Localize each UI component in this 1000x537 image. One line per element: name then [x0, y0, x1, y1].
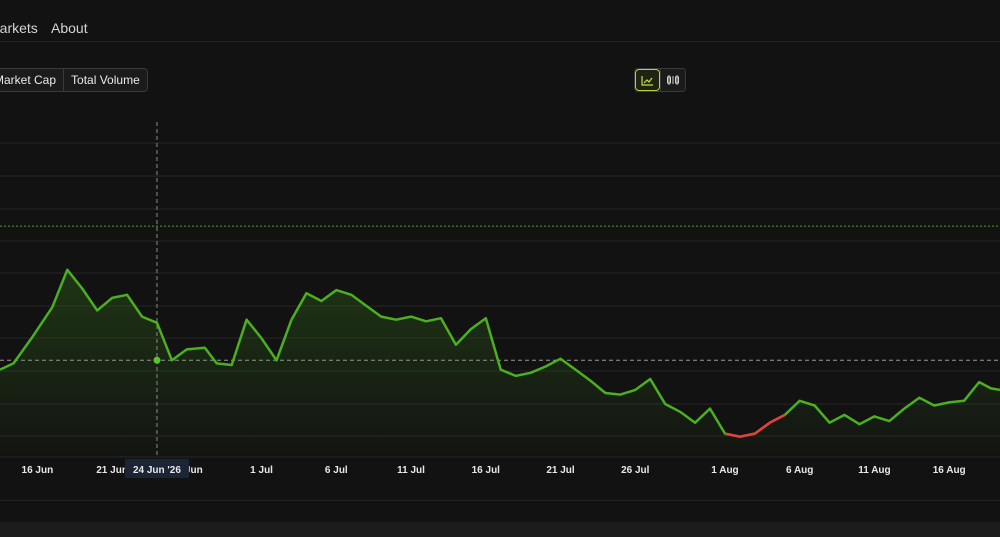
- footer-bar: [0, 522, 1000, 537]
- x-tick-label: 21 Jun: [96, 465, 128, 476]
- x-tick-label: 16 Aug: [933, 465, 966, 476]
- crosshair-point: [153, 356, 161, 364]
- line-chart-icon: [641, 75, 653, 86]
- chart-type-toggle: [634, 68, 686, 92]
- nav-markets-link[interactable]: Markets: [0, 20, 38, 36]
- x-tick-label: 16 Jul: [472, 465, 501, 476]
- metric-toggle: Market Cap Total Volume: [0, 68, 148, 92]
- x-tick-label: 11 Aug: [858, 465, 890, 476]
- price-chart[interactable]: 16 Jun21 Jun26 Jun1 Jul6 Jul11 Jul16 Jul…: [0, 100, 1000, 490]
- x-tick-label: 6 Aug: [786, 465, 813, 476]
- total-volume-tab[interactable]: Total Volume: [63, 69, 147, 91]
- crosshair-date-tag: 24 Jun '26: [124, 459, 189, 478]
- x-tick-label: 11 Jul: [397, 465, 425, 476]
- candlestick-chart-button[interactable]: [660, 69, 685, 91]
- top-nav: Markets About: [0, 0, 1000, 42]
- divider: [0, 500, 1000, 501]
- x-tick-label: 26 Jul: [621, 465, 650, 476]
- candlestick-chart-icon: [667, 75, 679, 85]
- x-tick-label: 21 Jul: [546, 465, 575, 476]
- market-cap-tab[interactable]: Market Cap: [0, 69, 64, 91]
- x-tick-label: 1 Aug: [711, 465, 738, 476]
- x-tick-label: 1 Jul: [250, 465, 273, 476]
- x-tick-label: 16 Jun: [22, 465, 54, 476]
- crosshair-date-label: 24 Jun '26: [133, 465, 181, 476]
- x-tick-label: 6 Jul: [325, 465, 348, 476]
- nav-about-link[interactable]: About: [51, 20, 88, 36]
- line-chart-button[interactable]: [635, 69, 660, 91]
